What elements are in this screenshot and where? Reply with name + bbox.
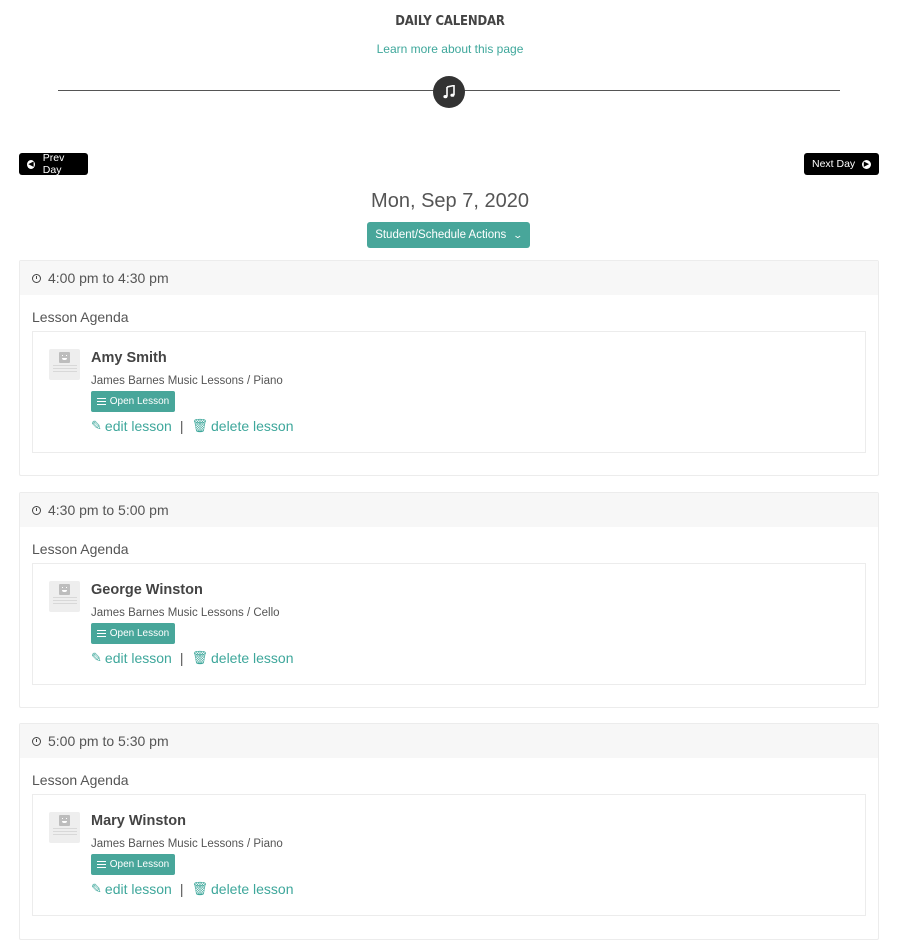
- avatar: [49, 349, 80, 380]
- trash-icon: 🗑: [191, 650, 208, 665]
- delete-lesson-link[interactable]: 🗑 delete lesson: [191, 418, 293, 434]
- link-separator: |: [179, 881, 184, 897]
- date-heading: Mon, Sep 7, 2020: [371, 190, 529, 212]
- learn-more-link[interactable]: Learn more about this page: [0, 42, 900, 56]
- agenda-label: Lesson Agenda: [32, 541, 129, 557]
- clock-icon: [32, 736, 41, 746]
- avatar: [49, 581, 80, 612]
- slot-time: 4:00 pm to 4:30 pm: [48, 270, 169, 286]
- slot-time: 5:00 pm to 5:30 pm: [48, 733, 169, 749]
- open-lesson-button[interactable]: Open Lesson: [91, 623, 175, 644]
- clock-icon: [32, 273, 41, 283]
- trash-icon: 🗑: [191, 881, 208, 896]
- edit-lesson-label: edit lesson: [104, 881, 172, 897]
- next-day-button[interactable]: Next Day ▶: [804, 153, 879, 175]
- page-title: DAILY CALENDAR: [395, 14, 505, 29]
- edit-lesson-link[interactable]: ✎ edit lesson: [91, 881, 172, 897]
- prev-day-label: Prev Day: [42, 152, 65, 176]
- student-name: Mary Winston: [91, 813, 186, 829]
- delete-lesson-link[interactable]: 🗑 delete lesson: [191, 650, 293, 666]
- delete-lesson-link[interactable]: 🗑 delete lesson: [191, 881, 293, 897]
- lesson-card: Amy Smith James Barnes Music Lessons / P…: [32, 331, 866, 453]
- music-note-icon: [433, 76, 465, 108]
- lesson-card: George Winston James Barnes Music Lesson…: [32, 563, 866, 685]
- open-lesson-button[interactable]: Open Lesson: [91, 854, 175, 875]
- lesson-links: ✎ edit lesson | 🗑 delete lesson: [91, 418, 294, 434]
- link-separator: |: [179, 650, 184, 666]
- next-day-label: Next Day: [812, 158, 856, 170]
- edit-lesson-link[interactable]: ✎ edit lesson: [91, 650, 172, 666]
- clock-icon: [32, 505, 41, 515]
- student-course: James Barnes Music Lessons / Piano: [91, 375, 283, 387]
- open-lesson-button[interactable]: Open Lesson: [91, 391, 175, 412]
- time-slot: 5:00 pm to 5:30 pm Lesson Agenda Mary Wi…: [19, 723, 879, 940]
- list-icon: [96, 397, 106, 406]
- edit-lesson-label: edit lesson: [104, 418, 172, 434]
- avatar: [49, 812, 80, 843]
- edit-lesson-link[interactable]: ✎ edit lesson: [91, 418, 172, 434]
- list-icon: [96, 860, 106, 869]
- delete-lesson-label: delete lesson: [211, 881, 294, 897]
- slot-header: 4:30 pm to 5:00 pm: [20, 493, 878, 527]
- slot-header: 4:00 pm to 4:30 pm: [20, 261, 878, 295]
- edit-icon: ✎: [91, 418, 102, 433]
- time-slot: 4:30 pm to 5:00 pm Lesson Agenda George …: [19, 492, 879, 708]
- agenda-label: Lesson Agenda: [32, 772, 129, 788]
- prev-day-button[interactable]: ◀ Prev Day: [19, 152, 88, 176]
- lesson-links: ✎ edit lesson | 🗑 delete lesson: [91, 881, 294, 897]
- delete-lesson-label: delete lesson: [211, 418, 294, 434]
- list-icon: [96, 629, 106, 638]
- arrow-left-circle-icon: ◀: [27, 159, 35, 169]
- time-slot: 4:00 pm to 4:30 pm Lesson Agenda Amy Smi…: [19, 260, 879, 476]
- open-lesson-label: Open Lesson: [109, 396, 170, 407]
- open-lesson-label: Open Lesson: [109, 628, 170, 639]
- arrow-right-circle-icon: ▶: [862, 159, 871, 169]
- slot-time: 4:30 pm to 5:00 pm: [48, 502, 169, 518]
- trash-icon: 🗑: [191, 418, 208, 433]
- open-lesson-label: Open Lesson: [109, 859, 170, 870]
- edit-icon: ✎: [91, 650, 102, 665]
- edit-lesson-label: edit lesson: [104, 650, 172, 666]
- student-schedule-actions-dropdown[interactable]: Student/Schedule Actions ⌄: [367, 222, 530, 248]
- slot-header: 5:00 pm to 5:30 pm: [20, 724, 878, 758]
- student-course: James Barnes Music Lessons / Piano: [91, 838, 283, 850]
- actions-label: Student/Schedule Actions: [375, 229, 507, 241]
- student-name: Amy Smith: [91, 350, 167, 366]
- student-course: James Barnes Music Lessons / Cello: [91, 607, 280, 619]
- link-separator: |: [179, 418, 184, 434]
- chevron-down-icon: ⌄: [512, 229, 524, 240]
- lesson-card: Mary Winston James Barnes Music Lessons …: [32, 794, 866, 916]
- student-name: George Winston: [91, 582, 203, 598]
- delete-lesson-label: delete lesson: [211, 650, 294, 666]
- agenda-label: Lesson Agenda: [32, 309, 129, 325]
- lesson-links: ✎ edit lesson | 🗑 delete lesson: [91, 650, 294, 666]
- edit-icon: ✎: [91, 881, 102, 896]
